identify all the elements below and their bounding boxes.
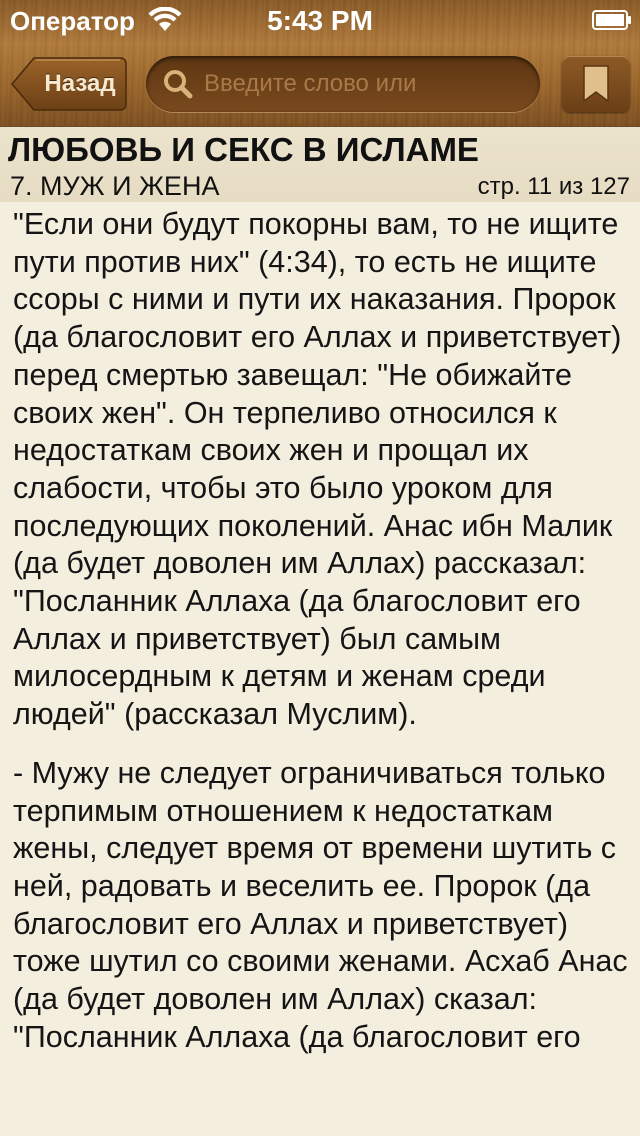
status-time: 5:43 PM — [267, 5, 373, 36]
book-title: ЛЮБОВЬ И СЕКС В ИСЛАМЕ — [8, 131, 479, 168]
toolbar: Назад — [0, 40, 640, 126]
text-paragraph: - Мужу не следует ограничиваться только … — [13, 755, 628, 1054]
status-bar: Оператор 5:43 PM — [0, 0, 640, 40]
text-paragraph: "Если они будут покорны вам, то не ищите… — [13, 207, 622, 732]
search-field[interactable] — [146, 56, 540, 112]
page-indicator: стр. 11 из 127 — [477, 173, 630, 200]
bookmark-icon — [583, 65, 609, 103]
back-button[interactable]: Назад — [10, 56, 128, 112]
reading-content[interactable]: "Если они будут покорны вам, то не ищите… — [0, 202, 640, 1136]
book-header: ЛЮБОВЬ И СЕКС В ИСЛАМЕ 7. МУЖ И ЖЕНА стр… — [0, 126, 640, 204]
search-icon — [164, 70, 193, 99]
back-button-label: Назад — [44, 70, 116, 97]
bookmark-button[interactable] — [562, 56, 630, 112]
chapter-title: 7. МУЖ И ЖЕНА — [10, 171, 220, 201]
search-input[interactable] — [204, 56, 524, 112]
battery-icon — [592, 10, 631, 30]
